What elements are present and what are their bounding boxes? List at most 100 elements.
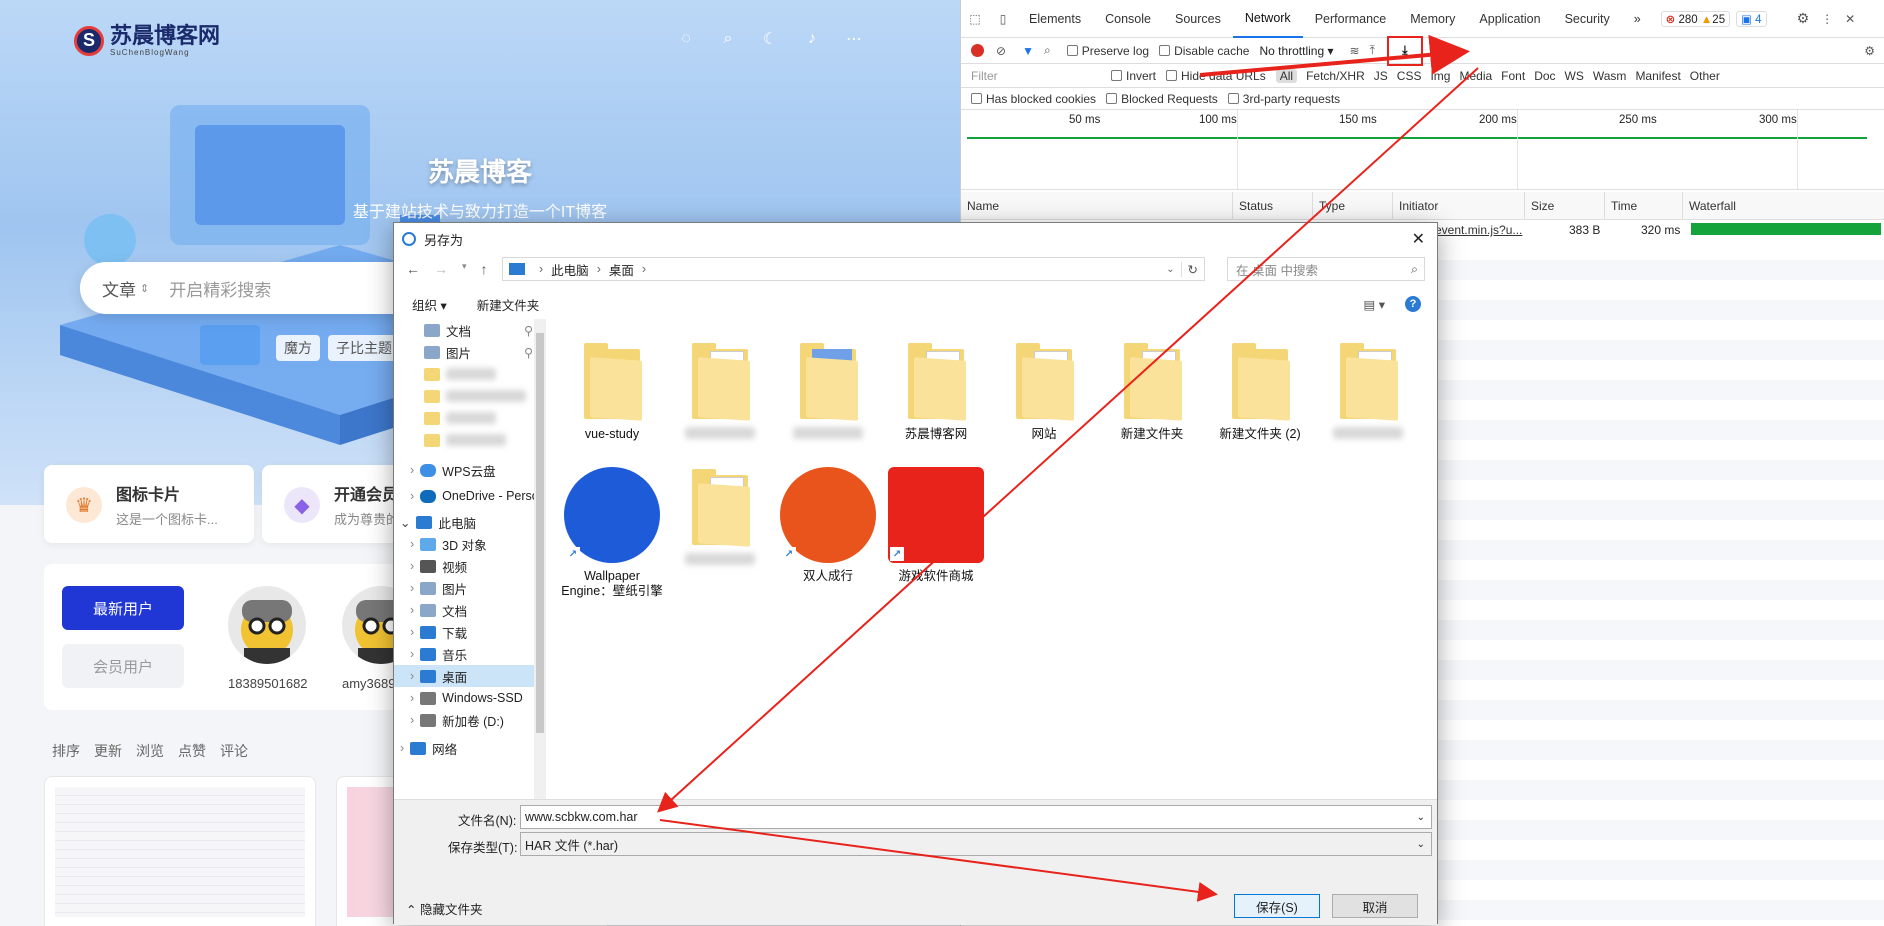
nav-item-wps[interactable]: › WPS云盘 [410, 459, 496, 481]
filetype-select[interactable]: HAR 文件 (*.har) ⌄ [520, 832, 1432, 856]
invert-checkbox[interactable]: Invert [1111, 69, 1156, 83]
file-item[interactable]: 新建文件夹 (2) [1208, 341, 1312, 442]
sort-item[interactable]: 评论 [220, 741, 248, 761]
col-status[interactable]: Status [1233, 192, 1313, 220]
issues-badges[interactable]: ⊗ 280 ▲25 ▣ 4 [1660, 10, 1767, 27]
record-icon[interactable] [971, 44, 984, 57]
more-icon[interactable]: ⋯ [843, 28, 865, 50]
search-icon[interactable]: ⌕ [717, 28, 739, 50]
device-toggle-icon[interactable]: ▯ [989, 12, 1017, 26]
nav-item-folder[interactable] [424, 385, 526, 407]
tab-memory[interactable]: Memory [1398, 0, 1467, 38]
file-item[interactable] [668, 341, 772, 443]
col-waterfall[interactable]: Waterfall [1683, 192, 1884, 220]
network-settings-icon[interactable]: ⚙ [1864, 44, 1875, 58]
hide-folders-toggle[interactable]: ⌃ 隐藏文件夹 [406, 899, 482, 918]
sort-label[interactable]: 排序 [52, 741, 80, 761]
type-filter[interactable]: WS [1565, 69, 1584, 83]
col-size[interactable]: Size [1525, 192, 1605, 220]
nav-item-folder[interactable] [424, 429, 506, 451]
file-item[interactable]: vue-study [560, 341, 664, 442]
file-item[interactable] [668, 467, 772, 569]
icon-card[interactable]: ♛ 图标卡片 这是一个图标卡... [44, 465, 254, 543]
filename-input[interactable]: www.scbkw.com.har ⌄ [520, 805, 1432, 829]
file-item[interactable]: 网站 [992, 341, 1096, 442]
nav-item-desktop[interactable]: › 桌面 [394, 665, 534, 687]
chevron-down-icon[interactable]: ⌄ [1417, 839, 1425, 850]
blocked-cookies-checkbox[interactable]: Has blocked cookies [971, 92, 1096, 106]
tab-performance[interactable]: Performance [1303, 0, 1399, 38]
address-dropdown-icon[interactable]: ⌄ [1160, 264, 1180, 275]
export-har-icon[interactable]: ⤓ [1386, 35, 1423, 66]
file-item[interactable] [776, 341, 880, 443]
nav-item-downloads[interactable]: › 下载 [410, 621, 467, 643]
post-thumbnail[interactable] [44, 776, 316, 926]
save-button[interactable]: 保存(S) [1234, 894, 1320, 918]
nav-item-pictures[interactable]: 图片 ⚲ [424, 341, 533, 363]
tag-item[interactable]: 魔方 [276, 335, 320, 361]
type-filter-all[interactable]: All [1275, 68, 1298, 83]
col-initiator[interactable]: Initiator [1393, 192, 1525, 220]
file-item[interactable]: ↗ 双人成行 [776, 467, 880, 584]
type-filter[interactable]: Fetch/XHR [1306, 69, 1365, 83]
type-filter[interactable]: CSS [1397, 69, 1422, 83]
filter-input[interactable]: Filter [971, 69, 1111, 83]
throttling-select[interactable]: No throttling ▾ [1259, 44, 1333, 58]
nav-item-drive-c[interactable]: › Windows-SSD [410, 687, 523, 709]
path-segment[interactable]: 桌面 [609, 260, 634, 279]
chevron-down-icon[interactable]: ⌄ [1417, 812, 1425, 823]
type-filter[interactable]: Wasm [1593, 69, 1627, 83]
file-item[interactable]: ↗ Wallpaper Engine：壁纸引擎 [560, 467, 664, 599]
refresh-icon[interactable]: ↻ [1180, 261, 1204, 277]
site-logo[interactable]: S 苏晨博客网 SuChenBlogWang [74, 24, 220, 57]
filter-funnel-icon[interactable]: ▼ [1022, 44, 1034, 58]
type-filter[interactable]: Other [1690, 69, 1720, 83]
sort-item[interactable]: 点赞 [178, 741, 206, 761]
path-segment[interactable]: 此电脑 [551, 260, 589, 279]
blocked-requests-checkbox[interactable]: Blocked Requests [1106, 92, 1218, 106]
tab-security[interactable]: Security [1553, 0, 1622, 38]
hide-data-urls-checkbox[interactable]: Hide data URLs [1166, 69, 1266, 83]
import-har-icon[interactable]: ⤒ [1370, 43, 1375, 58]
third-party-checkbox[interactable]: 3rd-party requests [1227, 92, 1340, 106]
inspect-icon[interactable]: ⬚ [961, 12, 989, 26]
type-filter[interactable]: Img [1430, 69, 1450, 83]
sort-item[interactable]: 浏览 [136, 741, 164, 761]
new-folder-button[interactable]: 新建文件夹 [477, 295, 540, 314]
clear-icon[interactable]: ⊘ [996, 44, 1006, 58]
nav-item-documents[interactable]: 文档 ⚲ [424, 319, 533, 341]
bell-icon[interactable]: ♪ [801, 28, 823, 50]
tab-console[interactable]: Console [1093, 0, 1163, 38]
row-initiator[interactable]: event.min.js?u... [1435, 223, 1522, 237]
forward-arrow-icon[interactable]: → [434, 261, 448, 277]
type-filter[interactable]: JS [1374, 69, 1388, 83]
recent-dropdown-icon[interactable]: ▾ [462, 261, 467, 277]
dark-mode-icon[interactable]: ☾ [759, 28, 781, 50]
disable-cache-checkbox[interactable]: Disable cache [1159, 44, 1249, 58]
nav-item-network[interactable]: › 网络 [400, 737, 457, 759]
sort-item[interactable]: 更新 [94, 741, 122, 761]
more-tabs-icon[interactable]: » [1622, 0, 1653, 38]
user-name[interactable]: 18389501682 [228, 676, 308, 691]
nav-item-onedrive[interactable]: › OneDrive - Perso [410, 485, 539, 507]
col-name[interactable]: Name [961, 192, 1233, 220]
col-type[interactable]: Type [1313, 192, 1393, 220]
file-item[interactable]: ↗ 游戏软件商城 [884, 467, 988, 584]
tag-item[interactable]: 子比主题 [328, 335, 400, 361]
kebab-menu-icon[interactable]: ⋮ [1821, 12, 1833, 26]
tab-elements[interactable]: Elements [1017, 0, 1093, 38]
wifi-icon[interactable]: ≋ [1350, 44, 1360, 58]
type-filter[interactable]: Doc [1534, 69, 1555, 83]
nav-item-3d[interactable]: › 3D 对象 [410, 533, 487, 555]
settings-gear-icon[interactable]: ⚙ [1797, 10, 1810, 27]
scrollbar-thumb[interactable] [536, 333, 544, 733]
search-category[interactable]: 文章 [102, 276, 136, 301]
close-icon[interactable]: ✕ [1412, 229, 1425, 249]
search-icon[interactable]: ⌕ [1044, 43, 1051, 58]
nav-item-documents[interactable]: › 文档 [410, 599, 467, 621]
organize-menu[interactable]: 组织 ▾ [412, 295, 447, 314]
tab-sources[interactable]: Sources [1163, 0, 1233, 38]
back-arrow-icon[interactable]: ← [406, 261, 420, 277]
address-bar[interactable]: › 此电脑 › 桌面 › ⌄ ↻ [502, 257, 1205, 281]
type-filter[interactable]: Manifest [1635, 69, 1680, 83]
